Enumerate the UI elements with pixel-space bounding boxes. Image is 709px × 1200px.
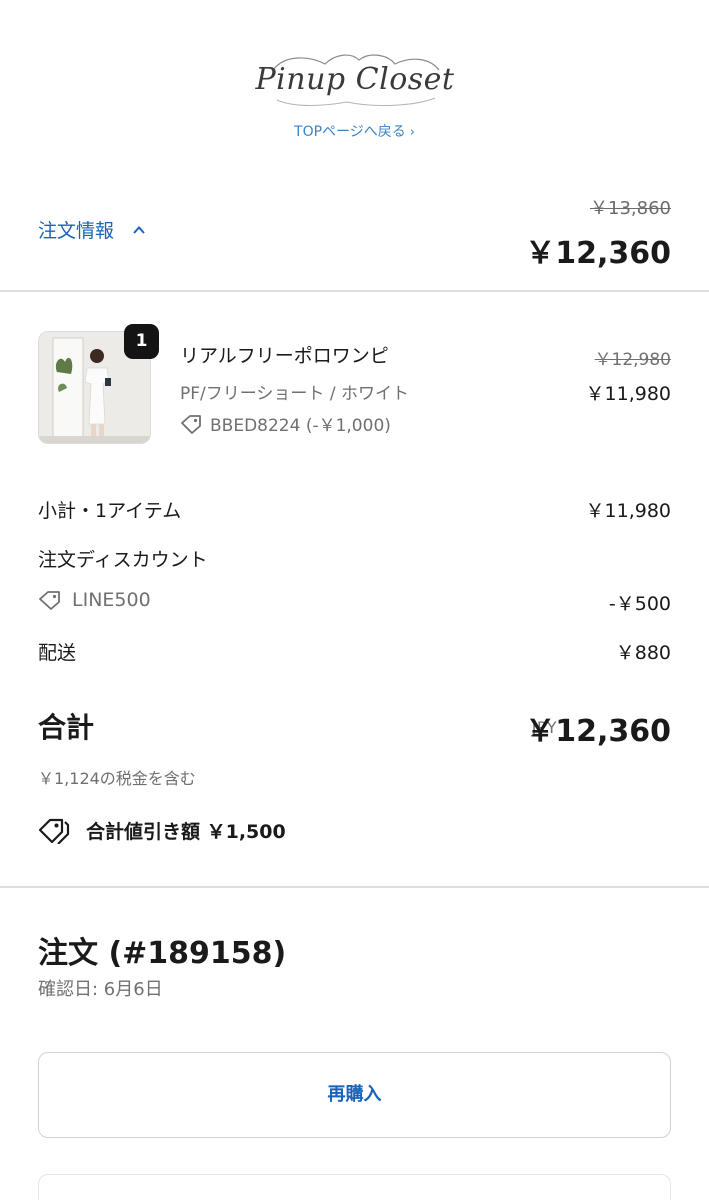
section-divider	[0, 886, 709, 888]
store-header: Pinup Closet TOPページへ戻る ›	[0, 0, 709, 184]
discount-code-label: LINE500	[72, 589, 151, 611]
item-discount-code: BBED8224 (-￥1,000)	[210, 416, 391, 436]
order-title: 注文 (#189158)	[38, 936, 287, 971]
item-price: ￥11,980	[585, 383, 671, 405]
order-discount-label: 注文ディスカウント	[38, 549, 208, 571]
subtotal-value: ￥11,980	[585, 500, 671, 522]
tag-icon	[181, 414, 201, 434]
tags-icon	[38, 818, 70, 844]
order-info-toggle[interactable]: 注文情報	[38, 216, 146, 243]
item-original-price: ￥12,980	[594, 350, 671, 370]
shipping-value: ￥880	[615, 642, 671, 664]
tax-note: ￥1,124の税金を含む	[38, 769, 196, 788]
discount-value: -￥500	[608, 593, 671, 615]
next-section-card	[38, 1174, 671, 1200]
back-to-top-link[interactable]: TOPページへ戻る ›	[0, 121, 709, 141]
shipping-row: 配送 ￥880	[38, 638, 671, 665]
chevron-right-icon: ›	[409, 125, 415, 140]
discount-code-row: LINE500 -￥500	[38, 589, 671, 615]
summary-total: ￥12,360	[525, 236, 671, 271]
chevron-up-icon	[133, 225, 145, 234]
original-total: ￥13,860	[590, 198, 671, 219]
item-discount: BBED8224 (-￥1,000)	[180, 411, 391, 436]
total-savings: 合計値引き額 ￥1,500	[38, 816, 286, 844]
total-label: 合計	[38, 711, 95, 744]
subtotal-label: 小計・1アイテム	[38, 500, 182, 522]
logo-text: Pinup Closet	[255, 62, 455, 97]
subtotal-row: 小計・1アイテム ￥11,980	[38, 496, 671, 523]
shipping-label: 配送	[38, 642, 77, 664]
back-to-top-label: TOPページへ戻る	[294, 124, 406, 140]
product-name: リアルフリーポロワンピ	[180, 345, 389, 367]
total-savings-label: 合計値引き額 ￥1,500	[86, 820, 286, 843]
quantity-badge: 1	[124, 324, 159, 359]
order-discount-row: 注文ディスカウント	[38, 545, 671, 572]
discount-code: LINE500	[38, 589, 671, 611]
product-variant: PF/フリーショート / ホワイト	[180, 384, 409, 404]
rebuy-button[interactable]: 再購入	[38, 1052, 671, 1138]
tag-icon	[39, 591, 60, 610]
order-summary-bar: 注文情報 ￥13,860 ￥12,360	[0, 184, 709, 292]
line-item: 1 リアルフリーポロワンピ PF/フリーショート / ホワイト BBED8224…	[38, 324, 671, 447]
confirmation-date: 確認日: 6月6日	[38, 979, 163, 1000]
total-value: ￥12,360	[525, 714, 671, 749]
order-info-label: 注文情報	[38, 220, 115, 242]
store-logo[interactable]: Pinup Closet	[255, 48, 455, 118]
